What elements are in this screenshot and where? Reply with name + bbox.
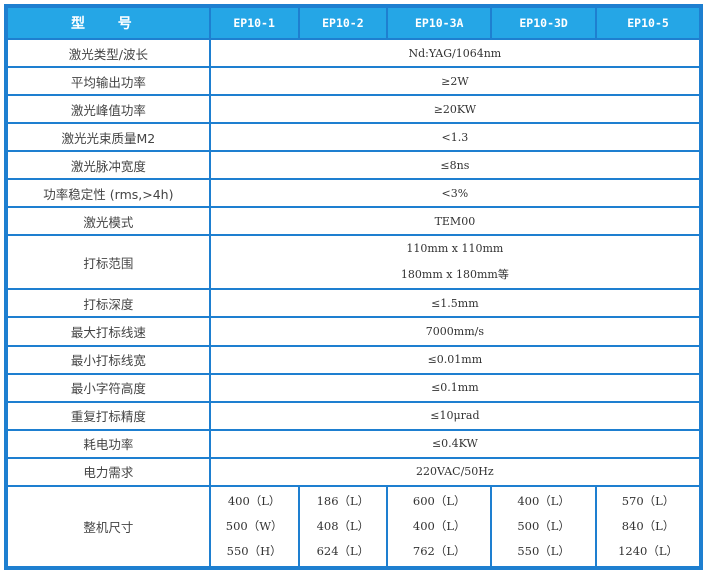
table-row: 打标深度 ≤1.5mm	[8, 290, 699, 317]
row-value-peak-power: ≥20KW	[210, 96, 699, 123]
size-value: 762（L）	[412, 543, 466, 558]
spec-table-frame: 型 号 EP10-1 EP10-2 EP10-3A EP10-3D EP10-5…	[4, 4, 703, 570]
size-cell-ep10-3a: 600（L） 400（L） 762（L）	[388, 486, 491, 566]
header-model-ep10-2: EP10-2	[299, 8, 387, 38]
table-row: 最小字符高度 ≤0.1mm	[8, 374, 699, 401]
table-row: 打标范围 110mm x 110mm 180mm x 180mm等	[8, 236, 699, 289]
row-label-machine-size: 整机尺寸	[8, 486, 209, 566]
row-value-power-requirement: 220VAC/50Hz	[210, 458, 699, 485]
row-label-repeat-precision: 重复打标精度	[8, 402, 209, 429]
marking-range-line: 110mm x 110mm	[406, 242, 504, 256]
row-value-marking-depth: ≤1.5mm	[210, 290, 699, 317]
header-model-label: 型 号	[8, 8, 209, 38]
size-cell-ep10-2: 186（L） 408（L） 624（L）	[299, 486, 387, 566]
table-row: 耗电功率 ≤0.4KW	[8, 430, 699, 457]
header-model-ep10-3a: EP10-3A	[388, 8, 491, 38]
size-value: 840（L）	[621, 518, 675, 533]
size-value: 400（L）	[517, 493, 570, 508]
row-value-power-stability: <3%	[210, 180, 699, 207]
size-value: 550（L）	[517, 543, 570, 558]
spec-table: 型 号 EP10-1 EP10-2 EP10-3A EP10-3D EP10-5…	[6, 6, 701, 568]
row-value-max-line-speed: 7000mm/s	[210, 318, 699, 345]
row-label-min-line-width: 最小打标线宽	[8, 346, 209, 373]
row-value-average-power: ≥2W	[210, 68, 699, 95]
size-value: 550（H）	[226, 543, 282, 558]
table-row: 最大打标线速 7000mm/s	[8, 318, 699, 345]
table-row: 激光峰值功率 ≥20KW	[8, 96, 699, 123]
size-cell-ep10-1: 400（L） 500（W） 550（H）	[210, 486, 298, 566]
header-model-ep10-5: EP10-5	[597, 8, 699, 38]
row-label-min-char-height: 最小字符高度	[8, 374, 209, 401]
row-label-peak-power: 激光峰值功率	[8, 96, 209, 123]
row-label-max-line-speed: 最大打标线速	[8, 318, 209, 345]
size-value: 1240（L）	[618, 543, 678, 558]
table-row: 激光光束质量M2 <1.3	[8, 124, 699, 151]
row-value-min-line-width: ≤0.01mm	[210, 346, 699, 373]
size-value: 624（L）	[316, 543, 370, 558]
table-row: 整机尺寸 400（L） 500（W） 550（H） 186（L） 408（L） …	[8, 486, 699, 566]
size-value: 400（L）	[227, 493, 281, 508]
row-label-average-power: 平均输出功率	[8, 68, 209, 95]
size-value: 500（L）	[517, 518, 570, 533]
row-value-power-consumption: ≤0.4KW	[210, 430, 699, 457]
marking-range-line: 180mm x 180mm等	[400, 268, 509, 282]
row-value-pulse-width: ≤8ns	[210, 152, 699, 179]
row-label-power-stability: 功率稳定性 (rms,>4h)	[8, 180, 209, 207]
row-label-power-requirement: 电力需求	[8, 458, 209, 485]
size-value: 400（L）	[412, 518, 466, 533]
table-row: 功率稳定性 (rms,>4h) <3%	[8, 180, 699, 207]
size-value: 600（L）	[412, 493, 466, 508]
table-row: 平均输出功率 ≥2W	[8, 68, 699, 95]
row-label-beam-quality: 激光光束质量M2	[8, 124, 209, 151]
row-label-marking-range: 打标范围	[8, 236, 209, 289]
size-cell-ep10-3d: 400（L） 500（L） 550（L）	[492, 486, 596, 566]
size-cell-ep10-5: 570（L） 840（L） 1240（L）	[597, 486, 699, 566]
table-row: 激光脉冲宽度 ≤8ns	[8, 152, 699, 179]
row-value-beam-quality: <1.3	[210, 124, 699, 151]
row-label-laser-type: 激光类型/波长	[8, 40, 209, 67]
header-row: 型 号 EP10-1 EP10-2 EP10-3A EP10-3D EP10-5	[8, 8, 699, 38]
header-model-ep10-1: EP10-1	[210, 8, 298, 38]
size-value: 570（L）	[621, 493, 675, 508]
table-row: 激光类型/波长 Nd:YAG/1064nm	[8, 40, 699, 67]
row-value-laser-mode: TEM00	[210, 208, 699, 235]
row-label-pulse-width: 激光脉冲宽度	[8, 152, 209, 179]
row-label-laser-mode: 激光模式	[8, 208, 209, 235]
table-row: 激光模式 TEM00	[8, 208, 699, 235]
row-value-laser-type: Nd:YAG/1064nm	[210, 40, 699, 67]
row-label-power-consumption: 耗电功率	[8, 430, 209, 457]
row-value-marking-range: 110mm x 110mm 180mm x 180mm等	[210, 236, 699, 289]
table-row: 最小打标线宽 ≤0.01mm	[8, 346, 699, 373]
table-row: 电力需求 220VAC/50Hz	[8, 458, 699, 485]
size-value: 186（L）	[316, 493, 370, 508]
row-value-min-char-height: ≤0.1mm	[210, 374, 699, 401]
row-label-marking-depth: 打标深度	[8, 290, 209, 317]
header-model-ep10-3d: EP10-3D	[492, 8, 596, 38]
size-value: 408（L）	[316, 518, 370, 533]
size-value: 500（W）	[225, 518, 283, 533]
table-row: 重复打标精度 ≤10μrad	[8, 402, 699, 429]
row-value-repeat-precision: ≤10μrad	[210, 402, 699, 429]
